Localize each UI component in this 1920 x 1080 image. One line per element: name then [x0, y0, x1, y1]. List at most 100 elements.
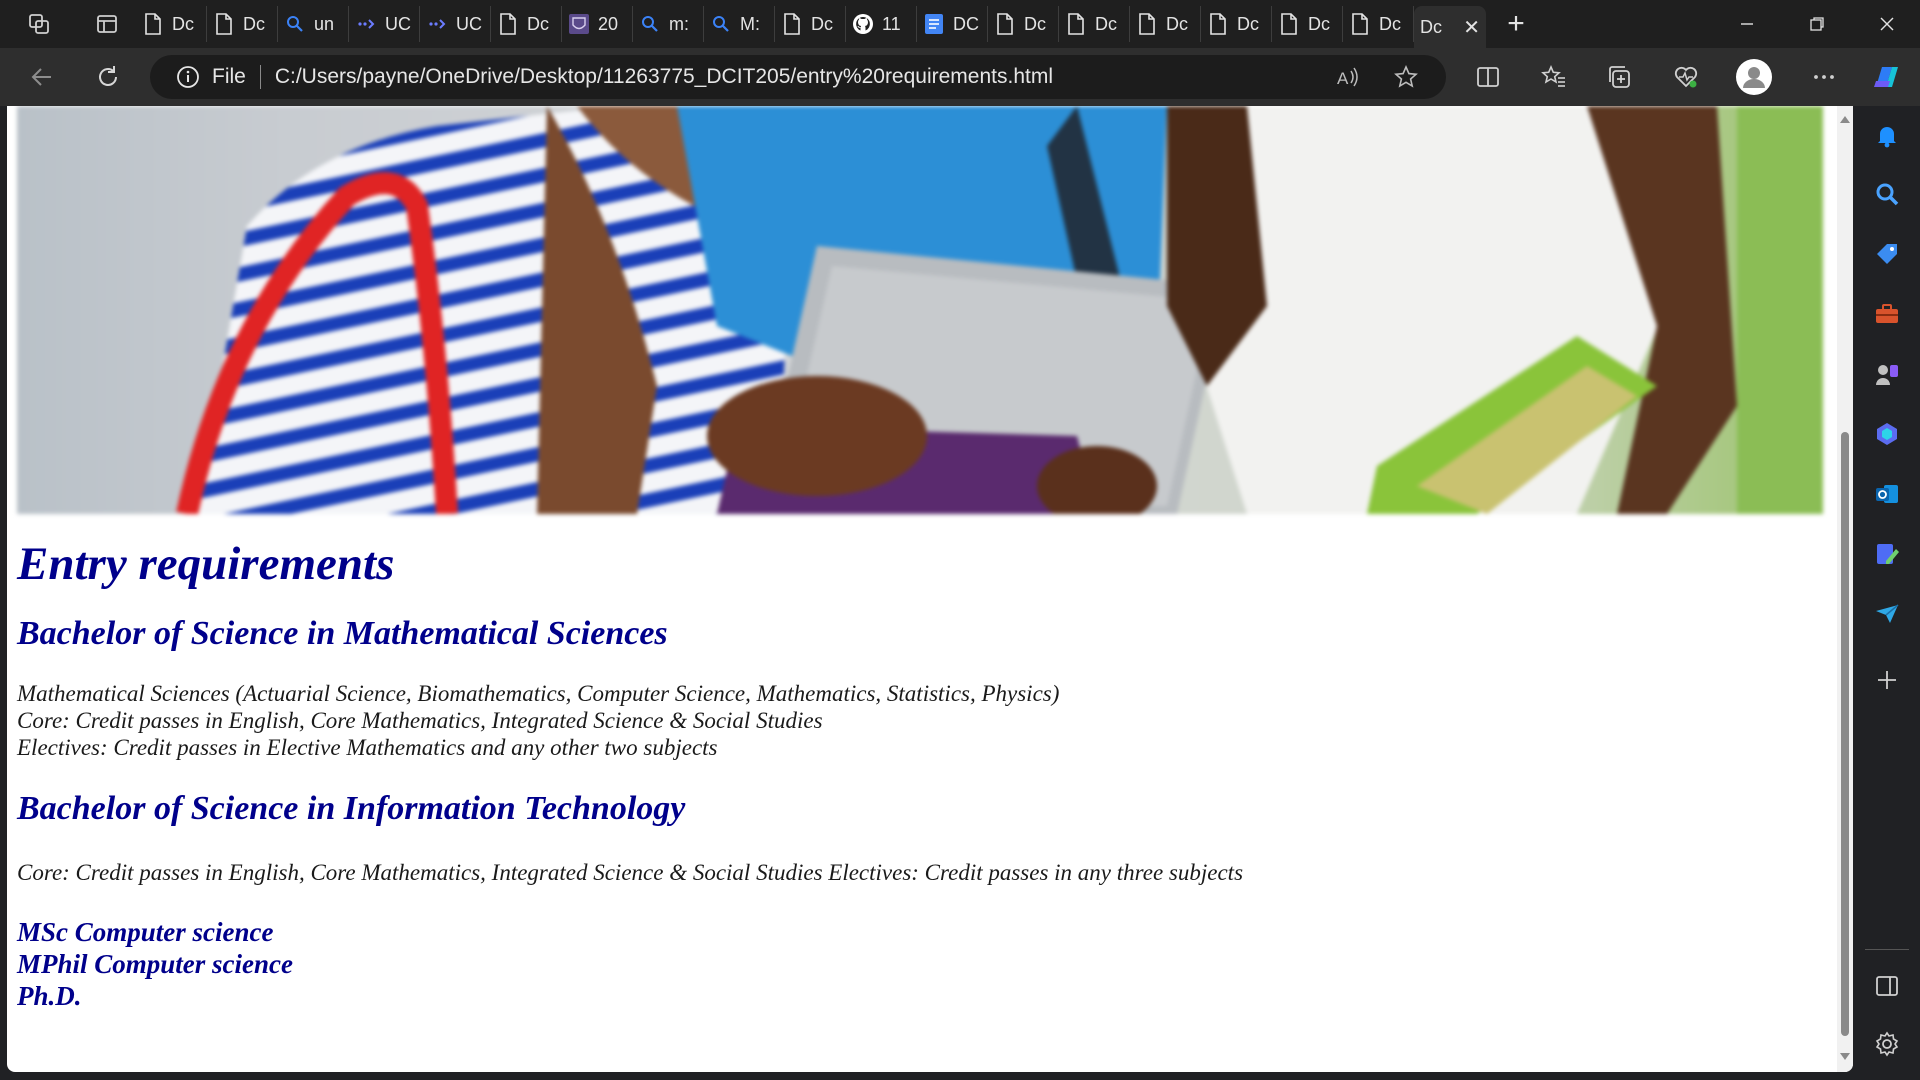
tab-0[interactable]: Dc — [136, 6, 207, 42]
read-aloud-icon[interactable]: A — [1334, 63, 1362, 91]
postgraduate-list: MSc Computer science MPhil Computer scie… — [17, 916, 1797, 1012]
program-line: Core: Credit passes in English, Core Mat… — [17, 860, 1244, 885]
tab-4[interactable]: UC — [420, 6, 491, 42]
arrow-link-icon — [426, 13, 448, 35]
tag-icon[interactable] — [1873, 240, 1901, 268]
tab-14[interactable]: Dc — [1130, 6, 1201, 42]
games-icon[interactable] — [1873, 360, 1901, 388]
scrollbar-thumb[interactable] — [1841, 432, 1849, 1036]
workspaces-icon[interactable] — [0, 0, 78, 48]
tab-6[interactable]: 20 — [562, 6, 633, 42]
search-icon[interactable] — [1873, 180, 1901, 208]
page-title: Entry requirements — [17, 538, 395, 590]
scheme-label: File — [212, 65, 246, 88]
tab-label: Dc — [1166, 13, 1188, 34]
program-details-math: Mathematical Sciences (Actuarial Science… — [17, 680, 1797, 761]
bell-icon[interactable] — [1873, 122, 1901, 150]
browser-toolbar: File C:/Users/payne/OneDrive/Desktop/112… — [0, 48, 1920, 106]
program-details-it: Core: Credit passes in English, Core Mat… — [17, 859, 1797, 886]
scroll-down-arrow-icon[interactable] — [1837, 1052, 1853, 1066]
tab-7[interactable]: m: — [633, 6, 704, 42]
document-icon — [497, 13, 519, 35]
bing-icon[interactable] — [1873, 420, 1901, 448]
tab-5[interactable]: Dc — [491, 6, 562, 42]
edit-icon[interactable] — [1873, 540, 1901, 568]
search-icon — [639, 13, 661, 35]
back-icon[interactable] — [22, 57, 62, 97]
more-options-icon[interactable] — [1804, 57, 1844, 97]
address-separator — [259, 65, 261, 89]
hero-image — [17, 106, 1823, 514]
add-icon[interactable] — [1873, 666, 1901, 694]
tab-9[interactable]: Dc — [775, 6, 846, 42]
tab-label: UC — [385, 13, 411, 34]
document-icon — [142, 13, 164, 35]
tab-1[interactable]: Dc — [207, 6, 278, 42]
tab-16[interactable]: Dc — [1272, 6, 1343, 42]
search-icon — [710, 13, 732, 35]
vertical-scrollbar[interactable] — [1837, 106, 1853, 1072]
document-icon — [994, 13, 1016, 35]
profile-avatar[interactable] — [1734, 57, 1774, 97]
program-line: Mathematical Sciences (Actuarial Science… — [17, 681, 1060, 706]
favorite-star-icon[interactable] — [1392, 63, 1420, 91]
collections-icon[interactable] — [1600, 57, 1640, 97]
tab-13[interactable]: Dc — [1059, 6, 1130, 42]
tab-17[interactable]: Dc — [1343, 6, 1414, 42]
tab-label: Dc — [1095, 13, 1117, 34]
address-bar[interactable]: File C:/Users/payne/OneDrive/Desktop/112… — [150, 55, 1446, 99]
restore-icon[interactable] — [1782, 0, 1852, 48]
window-close-icon[interactable] — [1852, 0, 1920, 48]
document-icon — [1136, 13, 1158, 35]
tab-label: Dc — [172, 13, 194, 34]
document-icon — [1065, 13, 1087, 35]
docs-icon — [923, 13, 945, 35]
tab-actions-icon[interactable] — [78, 0, 136, 48]
scroll-up-arrow-icon[interactable] — [1837, 114, 1853, 128]
program-line: Core: Credit passes in English, Core Mat… — [17, 708, 823, 733]
page-viewport: Entry requirements Bachelor of Science i… — [7, 106, 1853, 1072]
split-screen-icon[interactable] — [1468, 57, 1508, 97]
tab-12[interactable]: Dc — [988, 6, 1059, 42]
page-content: Entry requirements Bachelor of Science i… — [17, 536, 1797, 1012]
arrow-link-icon — [355, 13, 377, 35]
tab-2[interactable]: un — [278, 6, 349, 42]
tab-list: Dc Dc un UC UC Dc 20 m: M: Dc 11 DC Dc Dc Dc Dc Dc Dc — [136, 0, 1414, 48]
program-heading-it: Bachelor of Science in Information Techn… — [17, 790, 686, 827]
minimize-icon[interactable] — [1712, 0, 1782, 48]
close-icon[interactable]: ✕ — [1463, 15, 1480, 40]
briefcase-icon[interactable] — [1873, 300, 1901, 328]
browser-essentials-icon[interactable] — [1666, 57, 1706, 97]
info-icon[interactable] — [176, 65, 200, 89]
document-icon — [1207, 13, 1229, 35]
favorites-icon[interactable] — [1534, 57, 1574, 97]
document-icon — [781, 13, 803, 35]
tab-active-label: Dc — [1420, 16, 1442, 37]
github-icon — [852, 13, 874, 35]
tab-label: Dc — [1237, 13, 1259, 34]
document-icon — [1349, 13, 1371, 35]
tab-15[interactable]: Dc — [1201, 6, 1272, 42]
svg-text:A: A — [1337, 69, 1349, 88]
tab-label: m: — [669, 13, 689, 34]
sidebar-toggle-icon[interactable] — [1873, 972, 1901, 1000]
new-tab-button[interactable]: + — [1492, 0, 1540, 48]
tab-active[interactable]: Dc ✕ — [1414, 6, 1486, 48]
tab-11[interactable]: DC — [917, 6, 988, 42]
settings-icon[interactable] — [1873, 1030, 1901, 1058]
tab-label: Dc — [1308, 13, 1330, 34]
url-text[interactable]: C:/Users/payne/OneDrive/Desktop/11263775… — [275, 65, 1053, 89]
tab-label: UC — [456, 13, 482, 34]
copilot-icon[interactable] — [1866, 57, 1906, 97]
refresh-icon[interactable] — [88, 57, 128, 97]
program-line: Electives: Credit passes in Elective Mat… — [17, 735, 718, 760]
sidebar-divider — [1865, 949, 1909, 950]
tab-3[interactable]: UC — [349, 6, 420, 42]
tab-10[interactable]: 11 — [846, 6, 917, 42]
edge-sidebar — [1853, 106, 1920, 1080]
degree-msc: MSc Computer science — [17, 917, 274, 947]
outlook-icon[interactable] — [1873, 480, 1901, 508]
degree-mphil: MPhil Computer science — [17, 949, 293, 979]
send-icon[interactable] — [1873, 600, 1901, 628]
tab-8[interactable]: M: — [704, 6, 775, 42]
